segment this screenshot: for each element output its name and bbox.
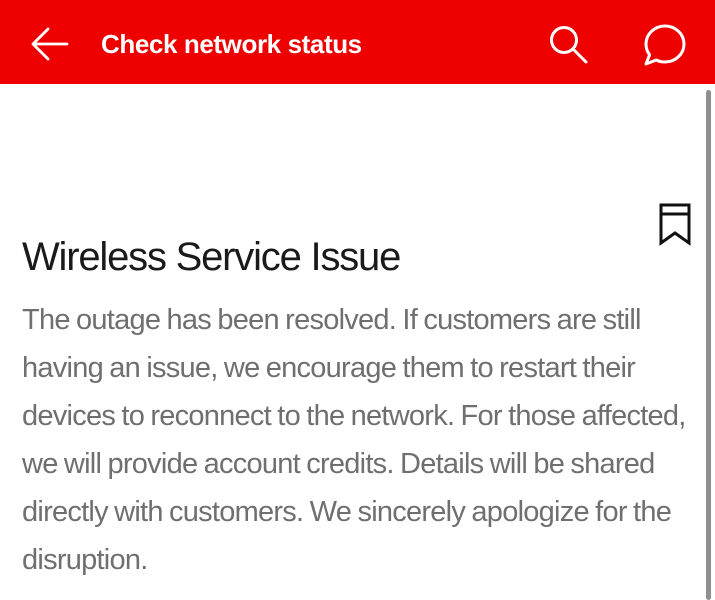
arrow-left-icon	[31, 27, 69, 61]
scrollbar[interactable]	[706, 90, 711, 600]
article-body: The outage has been resolved. If custome…	[22, 304, 686, 576]
back-button[interactable]	[28, 22, 72, 66]
bookmark-icon	[659, 203, 691, 246]
chat-bubble-icon	[644, 24, 686, 66]
article-title: Wireless Service Issue	[22, 235, 401, 279]
bookmark-button[interactable]	[656, 201, 694, 247]
app-header: Check network status	[0, 0, 715, 84]
chat-button[interactable]	[642, 22, 688, 68]
search-button[interactable]	[546, 22, 590, 66]
page-title: Check network status	[101, 29, 362, 59]
network-status-page: Check network status Wireless Service Is…	[0, 0, 715, 600]
search-icon	[550, 26, 588, 64]
article-content: Wireless Service Issue The outage has be…	[0, 84, 715, 600]
